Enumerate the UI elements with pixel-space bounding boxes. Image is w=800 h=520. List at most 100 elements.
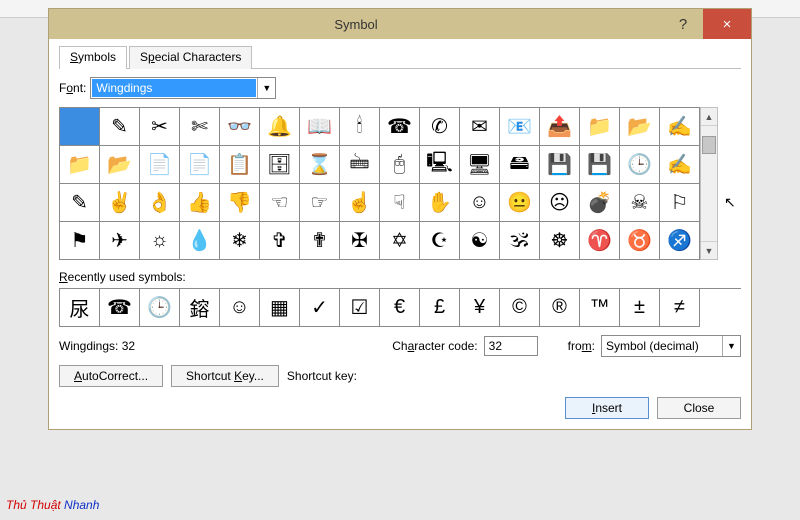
recent-symbol-cell[interactable]: ™ bbox=[580, 289, 620, 327]
symbol-cell[interactable]: ✎ bbox=[60, 184, 100, 222]
symbol-cell[interactable]: ☪ bbox=[420, 222, 460, 260]
symbol-cell[interactable]: 🔔 bbox=[260, 108, 300, 146]
symbol-cell[interactable]: 📧 bbox=[500, 108, 540, 146]
symbol-cell[interactable]: ♐ bbox=[660, 222, 700, 260]
recent-symbol-cell[interactable]: ® bbox=[540, 289, 580, 327]
symbol-cell[interactable]: ☼ bbox=[140, 222, 180, 260]
symbol-cell[interactable]: 👎 bbox=[220, 184, 260, 222]
recent-symbol-cell[interactable]: ¥ bbox=[460, 289, 500, 327]
symbol-cell[interactable]: ⌛ bbox=[300, 146, 340, 184]
symbol-cell[interactable]: 📋 bbox=[220, 146, 260, 184]
recent-symbol-cell[interactable]: © bbox=[500, 289, 540, 327]
chevron-down-icon[interactable]: ▼ bbox=[722, 336, 740, 356]
symbol-cell[interactable]: ✈ bbox=[100, 222, 140, 260]
symbol-cell[interactable]: 💧 bbox=[180, 222, 220, 260]
symbol-cell[interactable]: 📄 bbox=[140, 146, 180, 184]
close-button[interactable]: Close bbox=[657, 397, 741, 419]
symbol-cell[interactable]: ☟ bbox=[380, 184, 420, 222]
recent-symbol-cell[interactable]: ☺ bbox=[220, 289, 260, 327]
autocorrect-button[interactable]: AutoCorrect...AutoCorrect... bbox=[59, 365, 163, 387]
symbol-cell[interactable]: ♉ bbox=[620, 222, 660, 260]
recent-symbol-cell[interactable]: 尿 bbox=[60, 289, 100, 327]
recent-symbol-cell[interactable]: 鎔 bbox=[180, 289, 220, 327]
recent-symbol-cell[interactable]: ± bbox=[620, 289, 660, 327]
shortcut-key-button[interactable]: Shortcut Key...Shortcut Key... bbox=[171, 365, 279, 387]
symbol-cell[interactable]: ✍ bbox=[660, 108, 700, 146]
symbol-cell[interactable]: 📖 bbox=[300, 108, 340, 146]
scroll-track[interactable] bbox=[701, 126, 717, 241]
symbol-cell[interactable]: ✌ bbox=[100, 184, 140, 222]
symbol-cell[interactable]: ✟ bbox=[300, 222, 340, 260]
help-button[interactable]: ? bbox=[663, 16, 703, 33]
symbol-cell[interactable]: ☠ bbox=[620, 184, 660, 222]
symbol-cell[interactable]: ✍ bbox=[660, 146, 700, 184]
recent-symbol-cell[interactable]: £ bbox=[420, 289, 460, 327]
symbol-cell[interactable]: 🗄 bbox=[260, 146, 300, 184]
symbol-cell[interactable]: ☯ bbox=[460, 222, 500, 260]
symbol-cell[interactable]: ⚑ bbox=[60, 222, 100, 260]
scroll-up-arrow[interactable]: ▲ bbox=[701, 108, 717, 126]
symbol-cell[interactable]: 🖴 bbox=[500, 146, 540, 184]
font-combobox[interactable]: Wingdings ▼ bbox=[90, 77, 276, 99]
symbol-cell[interactable]: ☜ bbox=[260, 184, 300, 222]
symbol-cell[interactable]: 👓 bbox=[220, 108, 260, 146]
symbol-cell[interactable]: 📂 bbox=[100, 146, 140, 184]
symbol-cell[interactable]: ❄ bbox=[220, 222, 260, 260]
symbol-cell[interactable]: ☎ bbox=[380, 108, 420, 146]
symbol-cell[interactable]: 🖳 bbox=[420, 146, 460, 184]
symbol-cell[interactable]: ☹ bbox=[540, 184, 580, 222]
symbol-cell[interactable]: ☸ bbox=[540, 222, 580, 260]
recent-symbol-cell[interactable]: ☎ bbox=[100, 289, 140, 327]
symbol-cell[interactable]: 🕒 bbox=[620, 146, 660, 184]
symbol-cell[interactable]: ✡ bbox=[380, 222, 420, 260]
symbol-cell[interactable]: ✆ bbox=[420, 108, 460, 146]
symbol-cell[interactable]: 😐 bbox=[500, 184, 540, 222]
symbol-cell[interactable]: ✄ bbox=[180, 108, 220, 146]
symbol-cell[interactable]: ✋ bbox=[420, 184, 460, 222]
symbol-cell[interactable]: 👌 bbox=[140, 184, 180, 222]
recent-symbol-cell[interactable]: 🕒 bbox=[140, 289, 180, 327]
recent-symbol-cell[interactable]: ☑ bbox=[340, 289, 380, 327]
symbol-cell[interactable]: 💣 bbox=[580, 184, 620, 222]
symbol-cell[interactable]: ☞ bbox=[300, 184, 340, 222]
symbol-cell[interactable] bbox=[60, 108, 100, 146]
symbol-cell[interactable]: 💾 bbox=[540, 146, 580, 184]
symbol-cell[interactable]: 📁 bbox=[580, 108, 620, 146]
from-combobox[interactable]: Symbol (decimal) ▼ bbox=[601, 335, 741, 357]
font-value[interactable]: Wingdings bbox=[92, 79, 256, 97]
tab-symbols[interactable]: SSymbolsymbols bbox=[59, 46, 127, 69]
symbol-cell[interactable]: ✉ bbox=[460, 108, 500, 146]
symbol-cell[interactable]: ☝ bbox=[340, 184, 380, 222]
symbol-cell[interactable]: 🕯 bbox=[340, 108, 380, 146]
symbol-cell[interactable]: 🕉 bbox=[500, 222, 540, 260]
tab-special-characters[interactable]: Special CharactersSpecial Characters bbox=[129, 46, 252, 69]
symbol-cell[interactable]: 📄 bbox=[180, 146, 220, 184]
symbol-cell[interactable]: ♈ bbox=[580, 222, 620, 260]
insert-button[interactable]: InsertInsert bbox=[565, 397, 649, 419]
symbol-cell[interactable]: ✂ bbox=[140, 108, 180, 146]
recent-symbol-cell[interactable]: ≠ bbox=[660, 289, 700, 327]
char-code-input[interactable]: 32 bbox=[484, 336, 538, 356]
symbol-cell[interactable]: ✞ bbox=[260, 222, 300, 260]
recent-symbol-cell[interactable]: ✓ bbox=[300, 289, 340, 327]
from-value: Symbol (decimal) bbox=[602, 336, 722, 356]
symbol-cell[interactable]: 👍 bbox=[180, 184, 220, 222]
symbol-cell[interactable]: 🖰 bbox=[380, 146, 420, 184]
recent-symbol-cell[interactable]: ▦ bbox=[260, 289, 300, 327]
scroll-thumb[interactable] bbox=[702, 136, 716, 154]
recent-symbol-cell[interactable]: € bbox=[380, 289, 420, 327]
vertical-scrollbar[interactable]: ▲ ▼ bbox=[700, 107, 718, 260]
close-window-button[interactable]: × bbox=[703, 9, 751, 39]
scroll-down-arrow[interactable]: ▼ bbox=[701, 241, 717, 259]
symbol-cell[interactable]: 📤 bbox=[540, 108, 580, 146]
chevron-down-icon[interactable]: ▼ bbox=[257, 78, 275, 98]
symbol-cell[interactable]: ✎ bbox=[100, 108, 140, 146]
symbol-cell[interactable]: 📁 bbox=[60, 146, 100, 184]
symbol-cell[interactable]: 📂 bbox=[620, 108, 660, 146]
symbol-cell[interactable]: ☺ bbox=[460, 184, 500, 222]
symbol-cell[interactable]: 🖥 bbox=[460, 146, 500, 184]
symbol-cell[interactable]: ⚐ bbox=[660, 184, 700, 222]
symbol-cell[interactable]: 🖮 bbox=[340, 146, 380, 184]
symbol-cell[interactable]: 💾 bbox=[580, 146, 620, 184]
symbol-cell[interactable]: ✠ bbox=[340, 222, 380, 260]
